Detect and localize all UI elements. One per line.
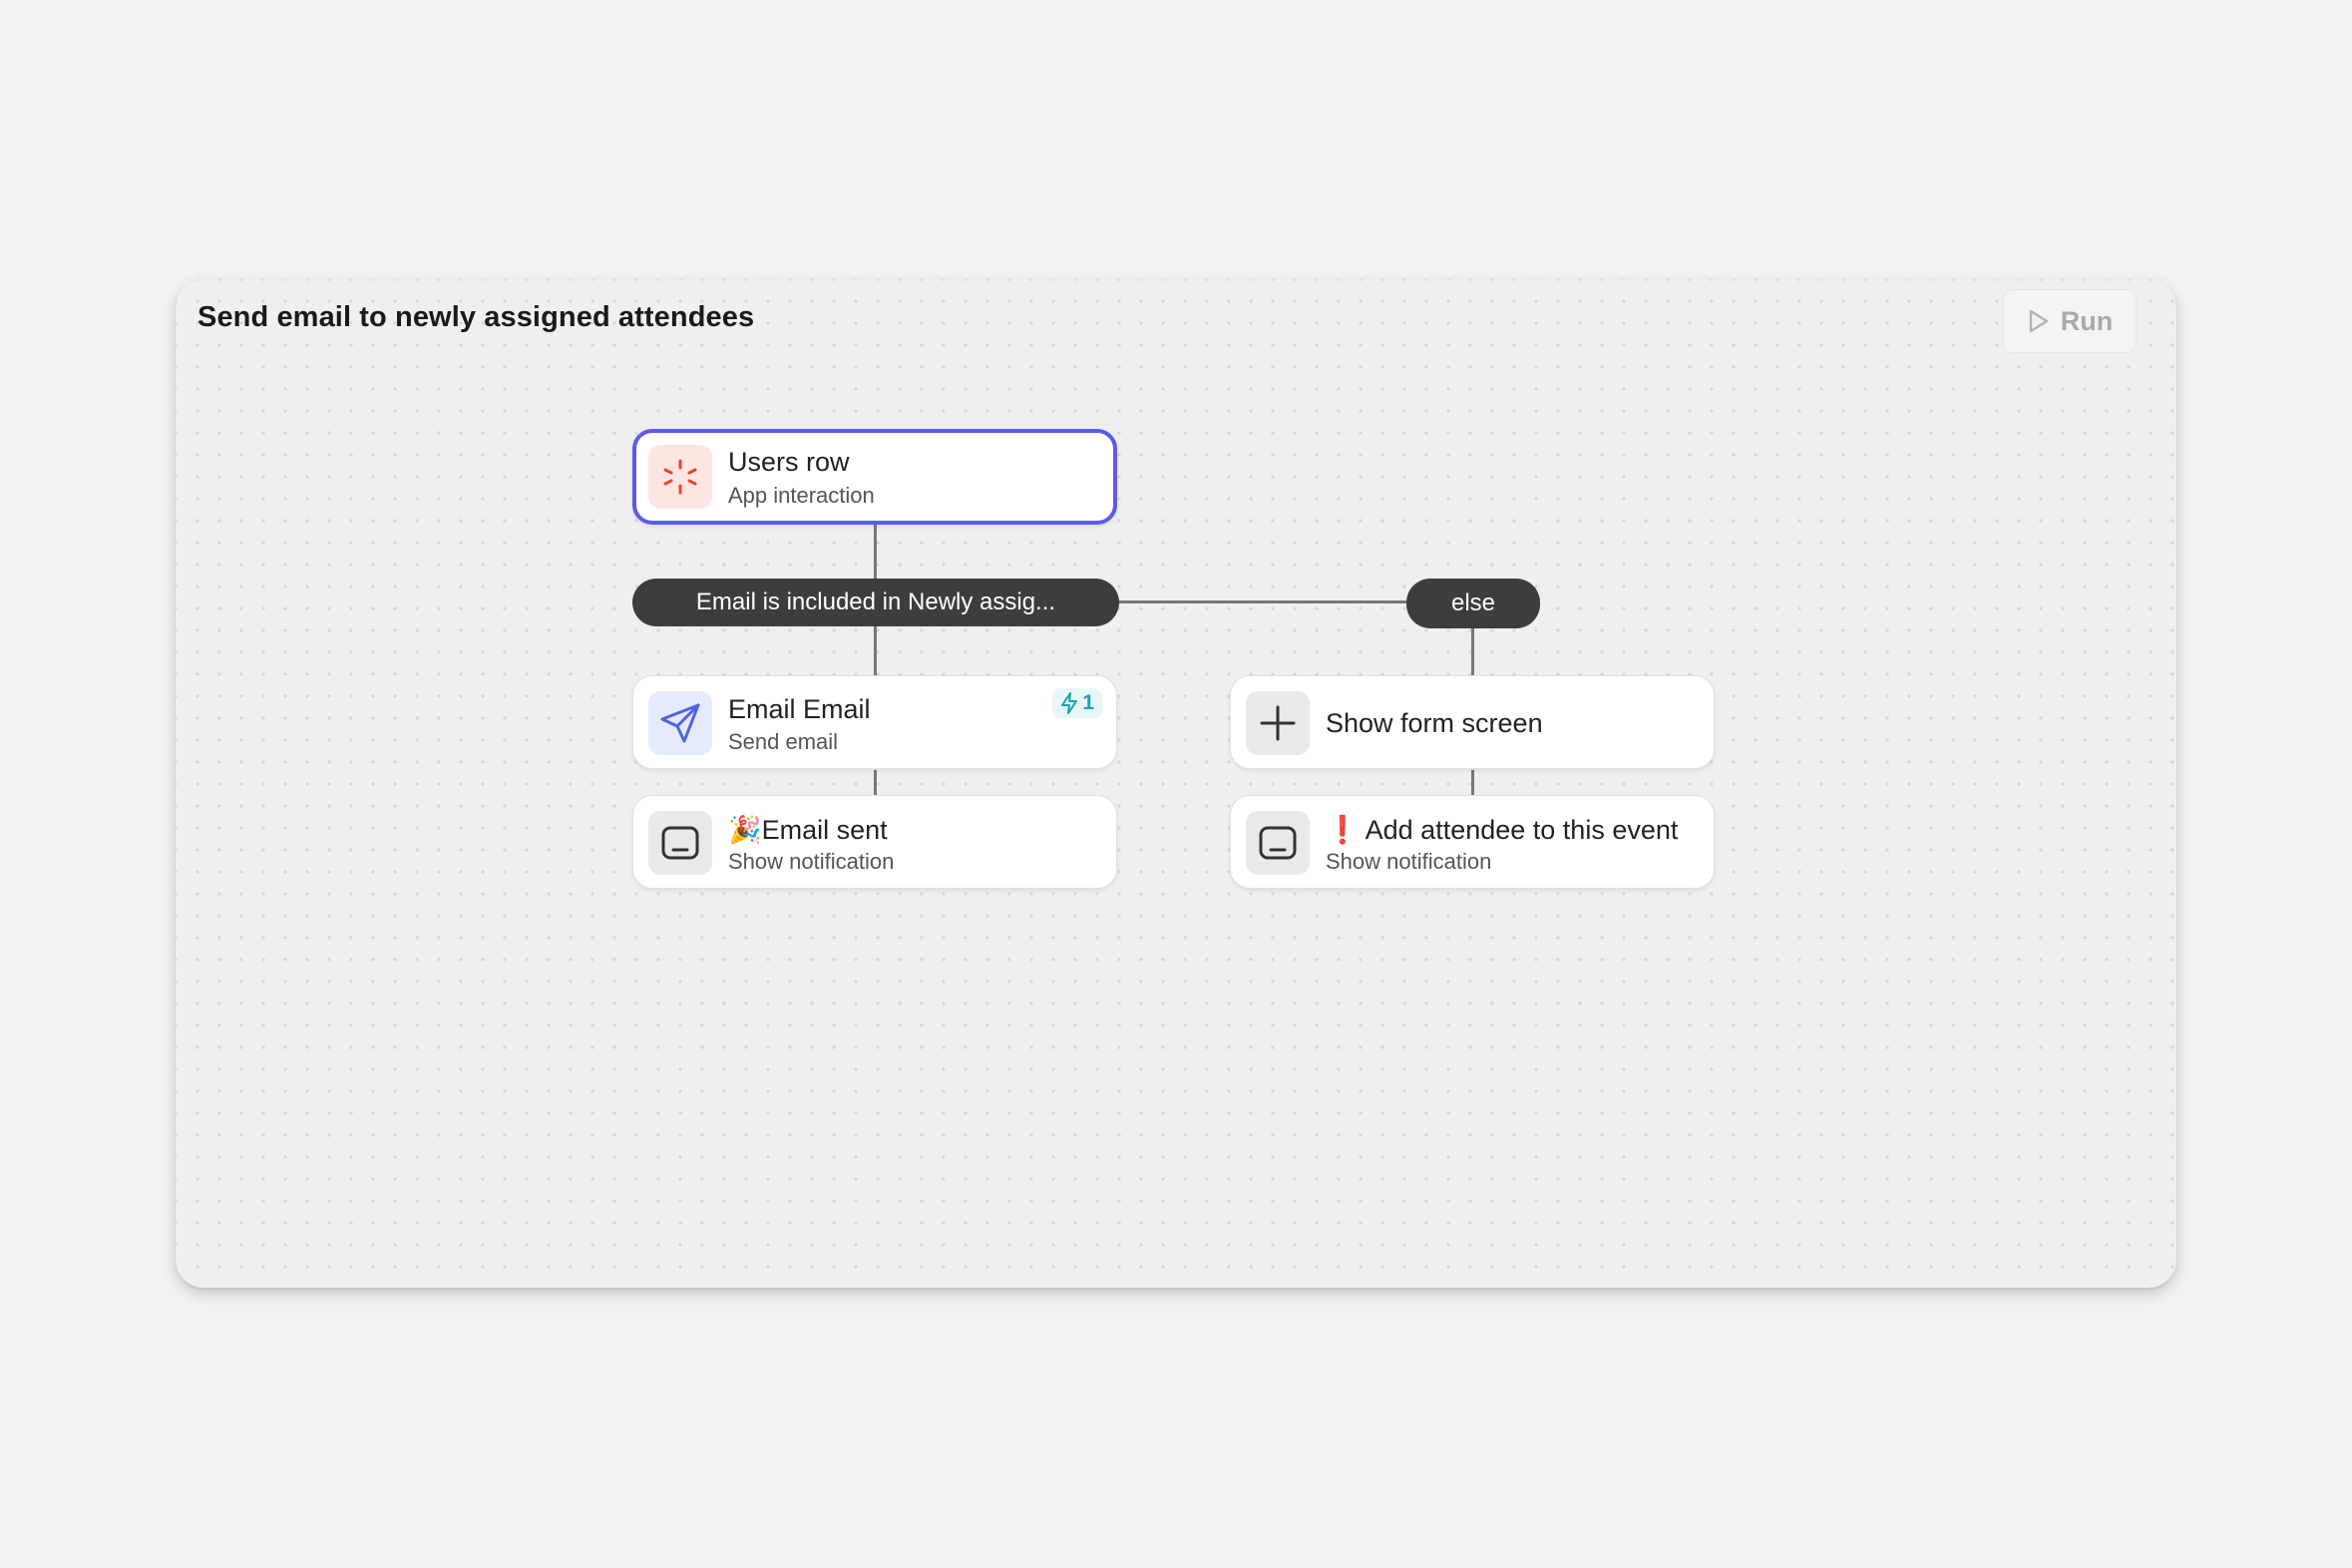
- automation-count-badge[interactable]: 1: [1052, 688, 1102, 718]
- notification-icon: [648, 811, 712, 875]
- email-sent-text: Email sent: [761, 815, 888, 845]
- send-email-title: Email Email: [728, 694, 871, 724]
- connector-trigger-to-branch: [874, 523, 877, 581]
- trigger-subtitle: App interaction: [728, 483, 875, 508]
- connector-else-to-form: [1471, 626, 1474, 676]
- email-sent-title: 🎉Email sent: [728, 814, 888, 846]
- badge-count: 1: [1082, 691, 1094, 714]
- exclamation-emoji: ❗: [1326, 815, 1360, 845]
- run-label: Run: [2060, 305, 2114, 336]
- email-sent-notification-node[interactable]: 🎉Email sent Show notification: [632, 795, 1117, 889]
- notification-icon: [1246, 811, 1310, 875]
- send-icon: [648, 691, 712, 755]
- show-form-title: Show form screen: [1326, 708, 1543, 738]
- add-attendee-subtitle: Show notification: [1326, 849, 1492, 874]
- send-email-subtitle: Send email: [728, 729, 839, 754]
- connector-condition-to-email: [874, 624, 877, 676]
- workflow-title: Send email to newly assigned attendees: [197, 301, 755, 333]
- add-attendee-title: ❗ Add attendee to this event: [1326, 814, 1678, 846]
- play-icon: [2029, 309, 2048, 333]
- party-emoji: 🎉: [728, 815, 762, 845]
- connector-branch-horizontal: [1117, 600, 1406, 603]
- connector-email-to-notification: [874, 770, 877, 796]
- else-pill[interactable]: else: [1406, 579, 1540, 628]
- plus-icon: [1246, 691, 1310, 755]
- condition-pill[interactable]: Email is included in Newly assig...: [632, 579, 1119, 626]
- trigger-title: Users row: [728, 447, 850, 477]
- email-sent-subtitle: Show notification: [728, 849, 895, 874]
- workflow-canvas[interactable]: Send email to newly assigned attendees R…: [176, 279, 2176, 1288]
- lightning-icon: [1061, 692, 1078, 714]
- run-button[interactable]: Run: [2003, 289, 2137, 353]
- show-form-node[interactable]: Show form screen: [1230, 675, 1715, 769]
- add-attendee-notification-node[interactable]: ❗ Add attendee to this event Show notifi…: [1230, 795, 1715, 889]
- send-email-node[interactable]: Email Email Send email 1: [632, 675, 1117, 769]
- spark-icon: [648, 445, 712, 509]
- trigger-node[interactable]: Users row App interaction: [632, 429, 1117, 525]
- connector-form-to-notification: [1471, 770, 1474, 796]
- add-attendee-text: Add attendee to this event: [1365, 815, 1679, 845]
